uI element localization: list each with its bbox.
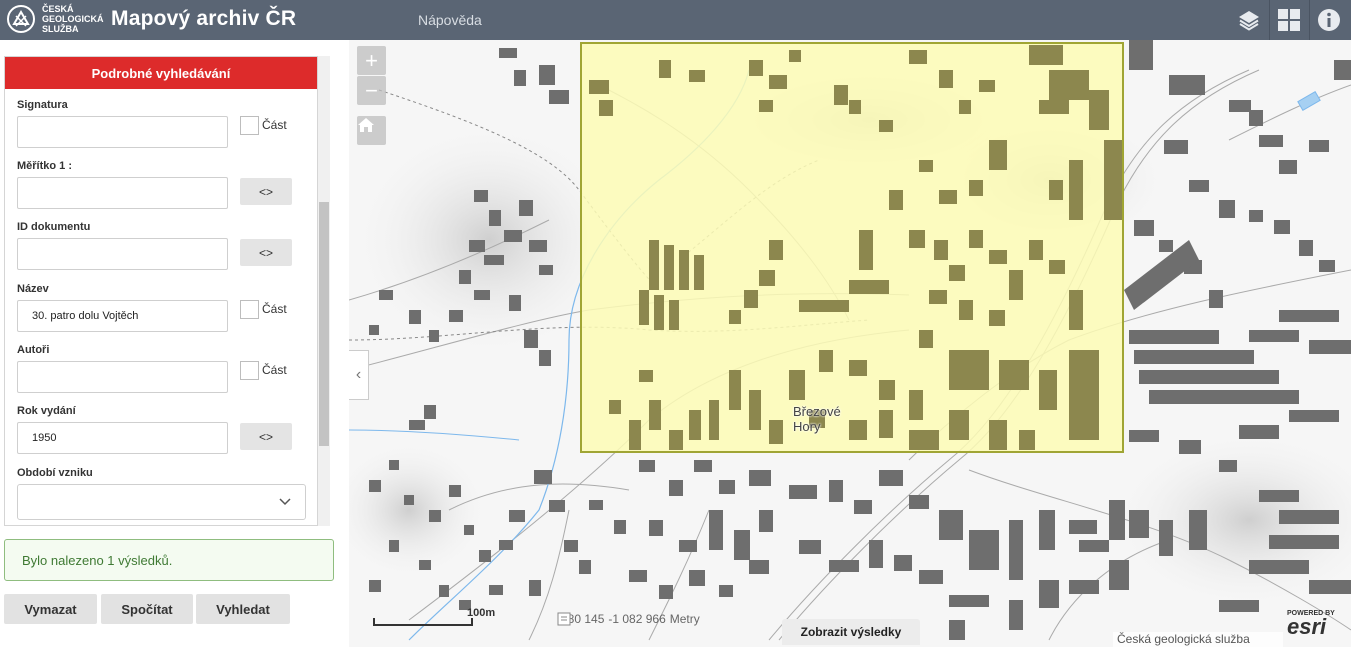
basemap[interactable] [349, 40, 1351, 647]
zoom-in-button[interactable]: + [357, 46, 386, 75]
cgs-logo-icon [7, 5, 35, 33]
id-dokumentu-range-button[interactable]: <> [240, 239, 292, 266]
nazev-group: Název [17, 283, 49, 295]
nazev-input[interactable]: 30. patro dolu Vojtěch [17, 300, 228, 332]
show-results-button[interactable]: Zobrazit výsledky [782, 619, 920, 645]
map-view[interactable]: + − ‹ Březové Hory 100m -780 145 -1 082 … [349, 40, 1351, 647]
collapse-panel-button[interactable]: ‹ [349, 350, 369, 400]
coordinates-icon[interactable] [557, 612, 571, 626]
org-name: ČESKÁ GEOLOGICKÁ SLUŽBA [42, 4, 104, 34]
signatura-part-label: Část [262, 118, 287, 132]
coordinates: -780 145 -1 082 966 Metry [557, 612, 700, 626]
result-message: Bylo nalezeno 1 výsledků. [4, 539, 334, 581]
scale-bar [373, 618, 473, 626]
signatura-part-checkbox[interactable] [240, 116, 259, 135]
org-line: GEOLOGICKÁ [42, 14, 104, 24]
meritko-label: Měřítko 1 : [17, 160, 73, 172]
autori-part-label: Část [262, 363, 287, 377]
home-button[interactable] [357, 116, 386, 145]
search-panel: Podrobné vyhledávání Signatura Část Měří… [0, 40, 349, 647]
rok-vydani-label: Rok vydání [17, 405, 76, 417]
search-form-header[interactable]: Podrobné vyhledávání [5, 57, 317, 89]
chevron-left-icon: ‹ [355, 366, 362, 383]
zoom-out-button[interactable]: − [357, 76, 386, 105]
autori-part-checkbox[interactable] [240, 361, 259, 380]
clear-button[interactable]: Vymazat [4, 594, 97, 624]
scale-label: 100m [467, 607, 496, 619]
org-line: SLUŽBA [42, 24, 79, 34]
search-form: Podrobné vyhledávání Signatura Část Měří… [4, 56, 318, 526]
obdobi-vzniku-select[interactable] [17, 484, 306, 520]
grid-icon[interactable] [1270, 0, 1308, 40]
obdobi-vzniku-label: Období vzniku [17, 467, 93, 479]
help-link[interactable]: Nápověda [418, 12, 482, 28]
esri-logo: POWERED BY esri [1287, 610, 1335, 639]
id-dokumentu-group: ID dokumentu [17, 221, 90, 233]
panel-scrollbar-thumb[interactable] [319, 202, 329, 446]
autori-label: Autoři [17, 344, 50, 356]
top-bar: ČESKÁ GEOLOGICKÁ SLUŽBA Mapový archiv ČR… [0, 0, 1351, 40]
meritko-range-button[interactable]: <> [240, 178, 292, 205]
place-label-line: Březové [793, 404, 841, 419]
chevron-down-icon [279, 498, 291, 506]
meritko-group: Měřítko 1 : [17, 160, 72, 172]
layers-icon[interactable] [1230, 0, 1268, 40]
autori-group: Autoři [17, 344, 49, 356]
coord-unit: Metry [669, 612, 700, 626]
id-dokumentu-input[interactable] [17, 238, 228, 270]
signatura-input[interactable] [17, 116, 228, 148]
esri-name: esri [1287, 614, 1327, 639]
place-label: Březové Hory [793, 404, 841, 434]
place-label-line: Hory [793, 419, 821, 434]
nazev-part-checkbox[interactable] [240, 300, 259, 319]
rok-vydani-group: Rok vydání [17, 405, 76, 417]
signatura-group: Signatura [17, 99, 68, 111]
panel-scrollbar[interactable] [318, 56, 330, 526]
autori-input[interactable] [17, 361, 228, 393]
rok-vydani-input[interactable]: 1950 [17, 422, 228, 454]
meritko-input[interactable] [17, 177, 228, 209]
obdobi-vzniku-group: Období vzniku [17, 467, 93, 479]
coord-y: -1 082 966 [608, 612, 666, 626]
signatura-label: Signatura [17, 99, 68, 111]
id-dokumentu-label: ID dokumentu [17, 221, 91, 233]
map-attribution: Česká geologická služba [1113, 632, 1283, 647]
info-icon[interactable] [1310, 0, 1348, 40]
nazev-label: Název [17, 283, 49, 295]
app-title: Mapový archiv ČR [111, 7, 297, 30]
org-line: ČESKÁ [42, 4, 74, 14]
rok-vydani-range-button[interactable]: <> [240, 423, 292, 450]
search-button[interactable]: Vyhledat [196, 594, 290, 624]
nazev-part-label: Část [262, 302, 287, 316]
home-icon [358, 118, 374, 132]
count-button[interactable]: Spočítat [101, 594, 193, 624]
